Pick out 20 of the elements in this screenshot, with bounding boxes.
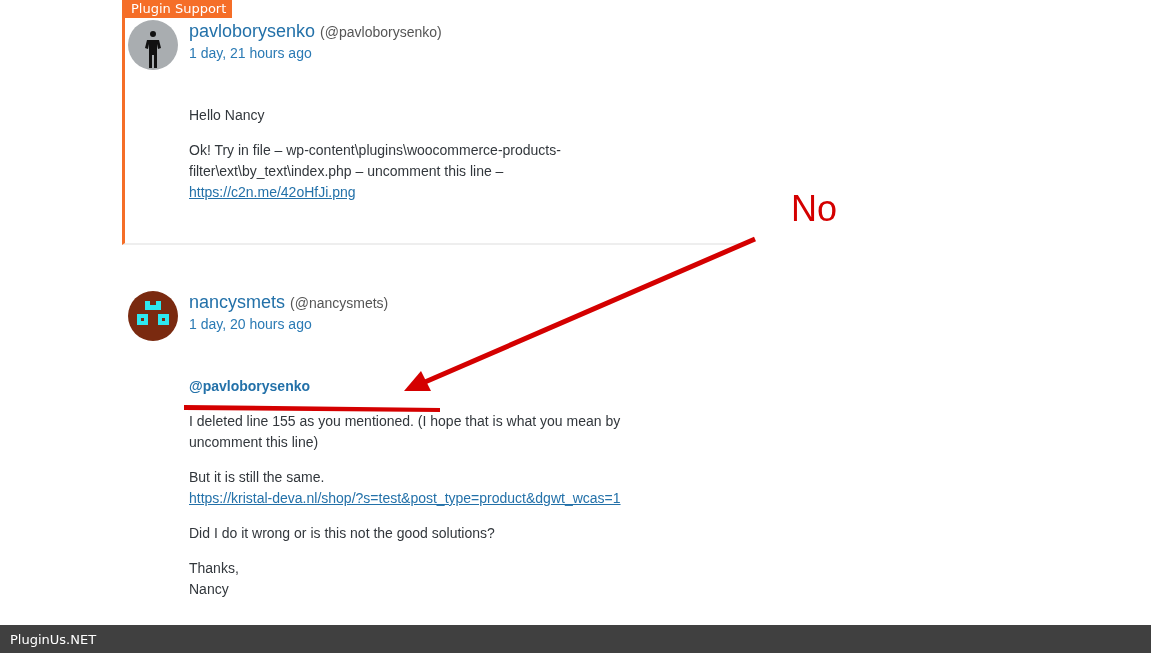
author-name[interactable]: pavloborysenko: [189, 21, 316, 42]
author-name[interactable]: nancysmets: [189, 292, 286, 313]
post-paragraph: Thanks, Nancy: [189, 559, 240, 599]
post-paragraph: Ok! Try in file – wp-content\plugins\woocommerce-products-filter\ext\by_text\index.php – uncomment this line – https://c2n.me/42oHfJi.png: [189, 141, 562, 202]
post-paragraph: But it is still the same. https://kristal-deva.nl/shop/?s=test&post_type=product&dgwt_wcas=1: [189, 468, 622, 508]
avatar-photo: [128, 20, 178, 70]
annotation-label: No: [791, 188, 838, 230]
post-paragraph: I deleted line 155 as you mentioned. (I hope that is what you mean by uncomment this line): [189, 412, 622, 452]
link[interactable]: https://kristal-deva.nl/shop/?s=test&post_type=product&dgwt_wcas=1: [189, 490, 621, 506]
author-handle: (@pavloborysenko): [320, 24, 442, 40]
post-paragraph: @pavloborysenko: [189, 377, 312, 396]
plugin-support-badge: Plugin Support: [125, 0, 233, 18]
brand-name: PluginUs.NET: [10, 631, 97, 647]
post-time[interactable]: 1 day, 21 hours ago: [189, 45, 442, 61]
post-paragraph: Hello Nancy: [189, 106, 266, 125]
avatar-icon: [128, 291, 178, 341]
author-handle: (@nancysmets): [290, 295, 389, 311]
post-paragraph: Did I do it wrong or is this not the good solutions?: [189, 524, 496, 543]
link[interactable]: https://c2n.me/42oHfJi.png: [189, 184, 356, 200]
post-time[interactable]: 1 day, 20 hours ago: [189, 316, 389, 332]
